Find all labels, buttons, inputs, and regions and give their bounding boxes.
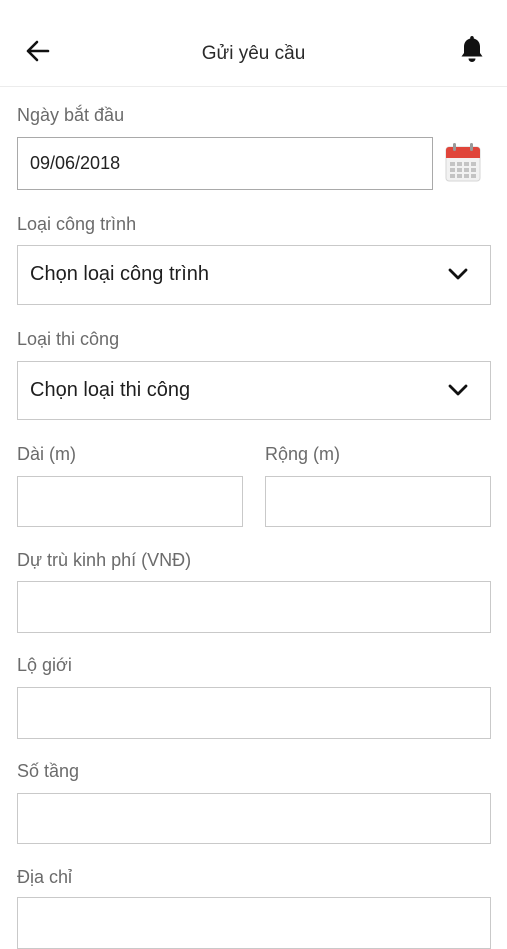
page-title: Gửi yêu cầu bbox=[201, 43, 306, 64]
project-type-value: Chọn loại công trình bbox=[30, 263, 210, 285]
address-input[interactable] bbox=[18, 898, 490, 948]
floors-label: Số tầng bbox=[17, 761, 80, 781]
bell-icon bbox=[461, 36, 483, 62]
app-header: Gửi yêu cầu bbox=[0, 0, 507, 87]
start-date-field[interactable] bbox=[17, 137, 433, 190]
width-input[interactable] bbox=[266, 477, 490, 526]
setback-field[interactable] bbox=[17, 687, 491, 739]
project-type-label: Loại công trình bbox=[17, 214, 137, 234]
calendar-button[interactable] bbox=[445, 142, 481, 182]
notification-button[interactable] bbox=[459, 34, 485, 64]
chevron-down-icon bbox=[448, 268, 468, 280]
calendar-icon bbox=[445, 143, 481, 182]
address-field[interactable] bbox=[17, 897, 491, 949]
budget-label: Dự trù kinh phí (VNĐ) bbox=[17, 550, 192, 570]
length-label: Dài (m) bbox=[17, 444, 76, 464]
floors-input[interactable] bbox=[18, 794, 490, 843]
setback-label: Lộ giới bbox=[17, 655, 72, 675]
construction-type-select[interactable]: Chọn loại thi công bbox=[17, 361, 491, 420]
length-field[interactable] bbox=[17, 476, 243, 527]
construction-type-label: Loại thi công bbox=[17, 329, 120, 349]
setback-input[interactable] bbox=[18, 688, 490, 738]
construction-type-value: Chọn loại thi công bbox=[30, 379, 191, 401]
length-input[interactable] bbox=[18, 477, 242, 526]
budget-input[interactable] bbox=[18, 582, 490, 632]
width-label: Rộng (m) bbox=[265, 444, 341, 464]
start-date-label: Ngày bắt đầu bbox=[17, 105, 125, 125]
width-field[interactable] bbox=[265, 476, 491, 527]
floors-field[interactable] bbox=[17, 793, 491, 844]
budget-field[interactable] bbox=[17, 581, 491, 633]
address-label: Địa chỉ bbox=[17, 867, 73, 887]
project-type-select[interactable]: Chọn loại công trình bbox=[17, 245, 491, 305]
chevron-down-icon bbox=[448, 384, 468, 396]
start-date-input[interactable] bbox=[18, 138, 432, 189]
